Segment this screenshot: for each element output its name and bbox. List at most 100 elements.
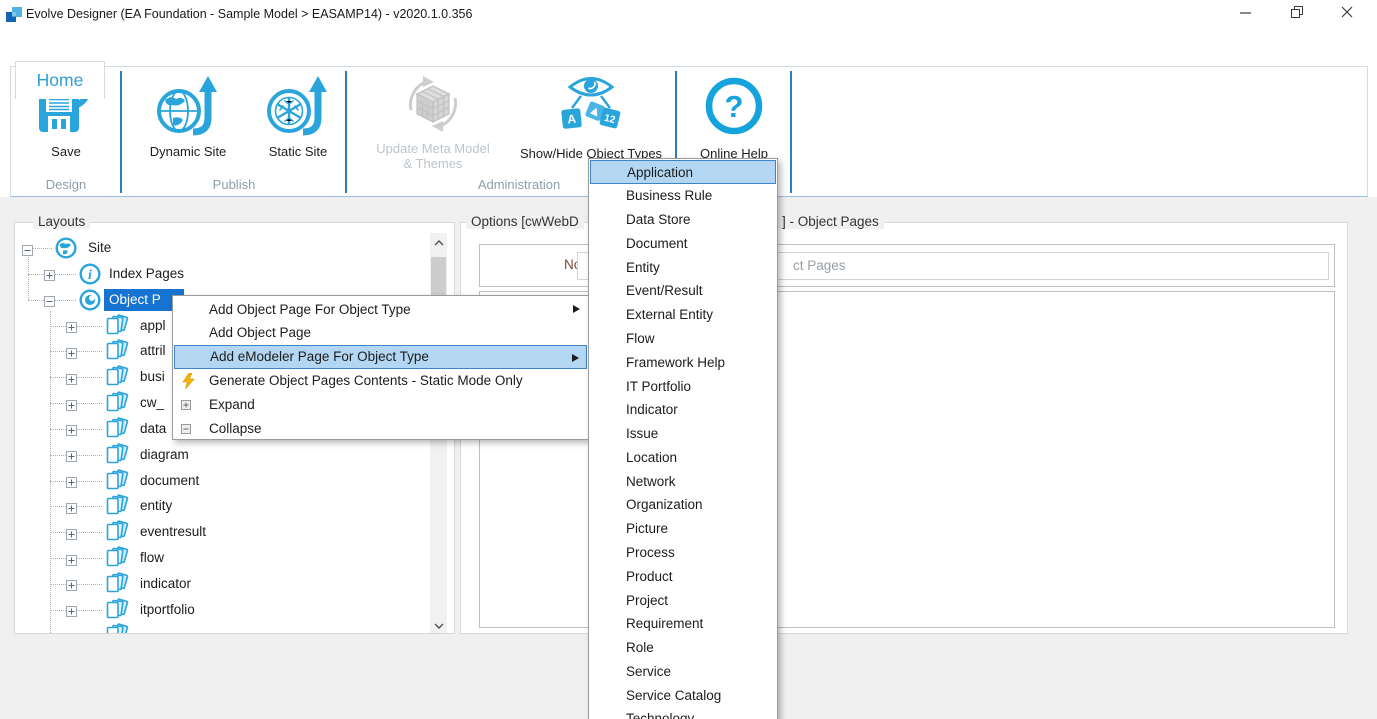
tree-connector [77, 429, 102, 430]
submenu-item[interactable]: Data Store [590, 208, 776, 232]
submenu-item[interactable]: Project [590, 588, 776, 612]
scroll-down-button[interactable] [430, 616, 447, 633]
submenu-item[interactable]: Process [590, 541, 776, 565]
tree-item-label[interactable]: cw_ [140, 394, 164, 412]
tree-item-label[interactable]: flow [140, 549, 164, 567]
tree-expander-plus[interactable] [66, 475, 77, 486]
submenu-item-label: Entity [626, 260, 660, 275]
globe-upload-icon [153, 74, 223, 143]
tab-home[interactable]: Home [15, 61, 105, 99]
tree-expander-plus[interactable] [66, 346, 77, 357]
tree-expander-plus[interactable] [66, 553, 77, 564]
submenu-item[interactable]: External Entity [590, 303, 776, 327]
minimize-button[interactable] [1229, 0, 1263, 28]
tree-connector [28, 300, 44, 301]
tree-connector [50, 455, 66, 456]
tree-connector [77, 532, 102, 533]
submenu-item[interactable]: Business Rule [590, 184, 776, 208]
pages-stack-icon [103, 391, 131, 415]
tree-expander-plus[interactable] [44, 268, 55, 279]
tree-expander-minus[interactable] [22, 243, 33, 254]
tree-expander-plus[interactable] [66, 398, 77, 409]
submenu-item[interactable]: Indicator [590, 398, 776, 422]
context-menu-item[interactable]: Generate Object Pages Contents - Static … [174, 368, 587, 392]
submenu-item[interactable]: Application [590, 160, 776, 184]
tree-connector [50, 351, 66, 352]
submenu-item[interactable]: Product [590, 564, 776, 588]
tree-expander-plus[interactable] [66, 578, 77, 589]
update-meta-model-label: Update Meta Model & Themes [369, 141, 497, 171]
tree-expander-plus[interactable] [66, 449, 77, 460]
close-button[interactable] [1330, 0, 1364, 28]
context-menu-item[interactable]: Collapse [174, 416, 587, 440]
cube-refresh-icon [401, 74, 465, 139]
tree-connector [77, 326, 102, 327]
online-help-button[interactable]: ? [686, 79, 782, 141]
submenu-item-label: Service [626, 664, 671, 679]
tab-bar: Home Dynamic Deployment Static Deploymen… [0, 30, 1377, 67]
tree-item-label[interactable]: itportfolio [140, 601, 195, 619]
static-site-button[interactable] [254, 77, 342, 143]
tree-item-label[interactable]: document [140, 472, 199, 490]
tree-expander-plus[interactable] [66, 320, 77, 331]
app-window: Evolve Designer (EA Foundation - Sample … [0, 0, 1377, 719]
submenu-item[interactable]: Document [590, 231, 776, 255]
tree-item-label[interactable]: eventresult [140, 523, 206, 541]
submenu-item[interactable]: Role [590, 636, 776, 660]
pages-stack-icon [103, 365, 131, 389]
submenu-item[interactable]: Requirement [590, 612, 776, 636]
show-hide-object-types-button[interactable]: A 12 [515, 75, 667, 141]
tree-item-label[interactable]: attril [140, 342, 166, 360]
pages-stack-icon [103, 494, 131, 518]
submenu-item[interactable]: Network [590, 469, 776, 493]
submenu-item-label: IT Portfolio [626, 379, 691, 394]
context-menu-item[interactable]: Expand [174, 392, 587, 416]
submenu-item-label: Application [627, 165, 693, 180]
tree-connector [50, 326, 66, 327]
submenu-item[interactable]: Technology [590, 707, 776, 719]
submenu-item-label: Project [626, 593, 668, 608]
submenu-item[interactable]: Service Catalog [590, 683, 776, 707]
tree-item-label[interactable]: Object P [109, 291, 161, 309]
tree-expander-minus[interactable] [44, 294, 55, 305]
tree-item-label[interactable]: indicator [140, 575, 191, 593]
tree-item-label[interactable]: Site [88, 239, 111, 257]
submenu-item[interactable]: Picture [590, 517, 776, 541]
tree-item-label[interactable]: Index Pages [109, 265, 184, 283]
tree-item-label[interactable]: diagram [140, 446, 189, 464]
tree-expander-plus[interactable] [66, 501, 77, 512]
tree-item-label[interactable]: data [140, 420, 166, 438]
pages-stack-icon [103, 598, 131, 622]
tree-expander-plus[interactable] [66, 527, 77, 538]
globe-icon [53, 236, 81, 260]
submenu-item[interactable]: Service [590, 659, 776, 683]
submenu-item[interactable]: Flow [590, 327, 776, 351]
submenu-item[interactable]: Organization [590, 493, 776, 517]
submenu-item[interactable]: Event/Result [590, 279, 776, 303]
tree-expander-plus[interactable] [66, 372, 77, 383]
options-legend-left: Options [cwWebD [466, 214, 584, 229]
group-label-publish: Publish [122, 177, 346, 192]
tree-item-label[interactable]: appl [140, 317, 166, 335]
chevron-down-icon [434, 616, 444, 634]
update-meta-model-button[interactable] [369, 77, 497, 139]
tree-expander-plus[interactable] [66, 604, 77, 615]
context-menu-item[interactable]: Add eModeler Page For Object Type [174, 345, 587, 369]
scroll-up-button[interactable] [430, 233, 447, 250]
layouts-legend: Layouts [33, 214, 90, 229]
restore-button[interactable] [1280, 0, 1314, 28]
submenu-item-label: Product [626, 569, 673, 584]
submenu-item[interactable]: Entity [590, 255, 776, 279]
tree-item-label[interactable]: entity [140, 497, 172, 515]
minimize-icon [1240, 5, 1252, 23]
submenu-item[interactable]: IT Portfolio [590, 374, 776, 398]
context-menu-item[interactable]: Add Object Page [174, 321, 587, 345]
context-menu-item[interactable]: Add Object Page For Object Type [174, 297, 587, 321]
tree-item-label[interactable]: busi [140, 368, 165, 386]
submenu-item[interactable]: Location [590, 445, 776, 469]
submenu-item[interactable]: Framework Help [590, 350, 776, 374]
tree-expander-plus[interactable] [66, 423, 77, 434]
submenu-item[interactable]: Issue [590, 422, 776, 446]
tree-connector [50, 403, 66, 404]
dynamic-site-button[interactable] [144, 77, 232, 143]
